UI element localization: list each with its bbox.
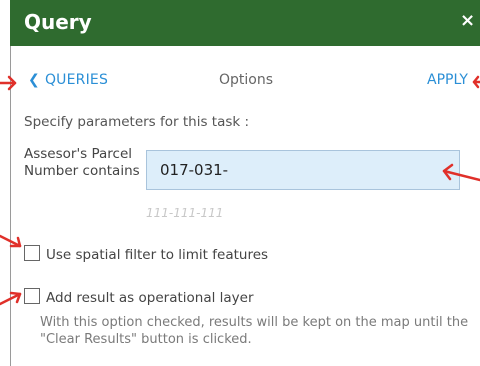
spatial-filter-checkbox[interactable]	[24, 245, 40, 261]
panel-titlebar: Query ×	[10, 0, 480, 46]
close-icon[interactable]: ×	[460, 11, 476, 31]
back-to-queries-link[interactable]: ❮ QUERIES	[28, 72, 108, 88]
back-link-label: QUERIES	[44, 72, 109, 88]
spatial-filter-option[interactable]: Use spatial filter to limit features	[24, 245, 268, 263]
chevron-left-icon: ❮	[28, 72, 40, 88]
parcel-number-label: Assesor's Parcel Number contains	[24, 146, 140, 179]
options-tab: Options	[219, 72, 274, 88]
operational-layer-checkbox[interactable]	[24, 288, 40, 304]
panel-title: Query	[24, 10, 92, 34]
panel-nav: ❮ QUERIES Options APPLY	[10, 72, 480, 92]
panel-left-border	[10, 0, 11, 366]
spatial-filter-label: Use spatial filter to limit features	[46, 247, 269, 263]
operational-layer-option[interactable]: Add result as operational layer	[24, 288, 254, 306]
operational-layer-label: Add result as operational layer	[46, 290, 254, 306]
parcel-number-input[interactable]	[146, 150, 460, 190]
operational-layer-note: With this option checked, results will b…	[40, 315, 469, 347]
apply-button[interactable]: APPLY	[427, 72, 468, 88]
parcel-number-hint: 111-111-111	[146, 206, 224, 220]
task-instructions: Specify parameters for this task :	[24, 114, 250, 130]
query-panel: Query × ❮ QUERIES Options APPLY Specify p…	[0, 0, 480, 366]
